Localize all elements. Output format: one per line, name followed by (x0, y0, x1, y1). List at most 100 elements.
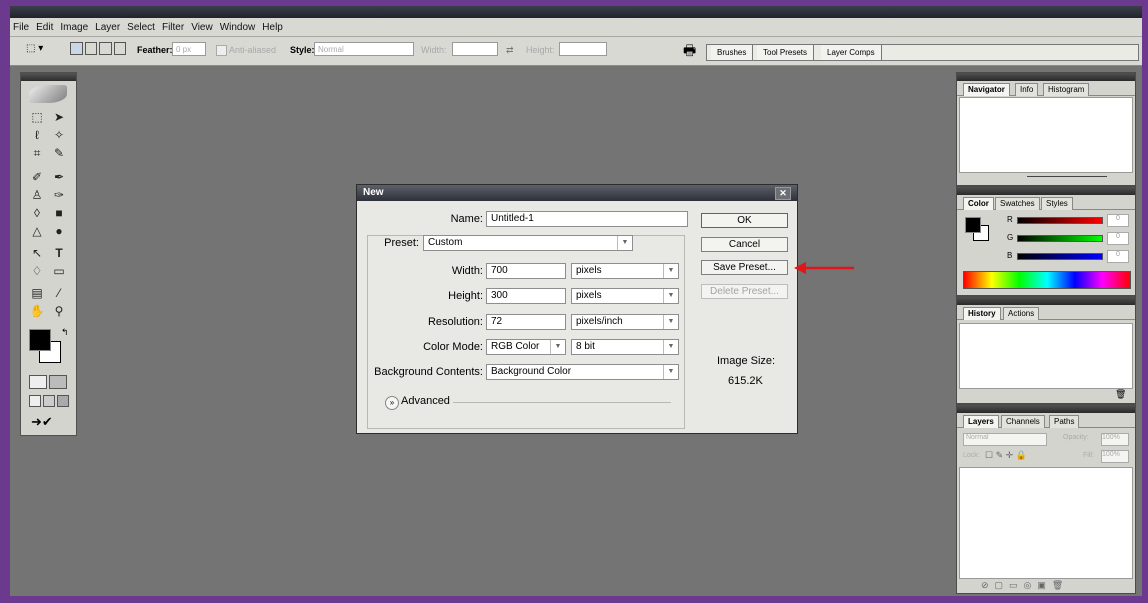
type-tool-icon[interactable]: T (49, 245, 69, 261)
move-tool-icon[interactable]: ➤ (49, 109, 69, 125)
ok-button[interactable]: OK (701, 213, 788, 228)
tab-paths[interactable]: Paths (1049, 415, 1080, 428)
panel-header[interactable] (957, 405, 1135, 413)
new-selection-icon[interactable] (70, 42, 83, 55)
notes-tool-icon[interactable]: ▤ (27, 285, 47, 301)
height-input[interactable]: 300 (486, 288, 566, 304)
b-slider[interactable] (1017, 253, 1103, 260)
lock-icons[interactable]: ☐ ✎ ✛ 🔒 (985, 450, 1027, 461)
shape-tool-icon[interactable]: ▭ (49, 263, 69, 279)
panel-header[interactable] (957, 187, 1135, 195)
print-icon[interactable]: 🖶 (683, 42, 699, 58)
selection-mode-icons[interactable] (70, 42, 126, 56)
healing-brush-icon[interactable]: ✐ (27, 169, 47, 185)
menu-filter[interactable]: Filter (159, 22, 188, 33)
resolution-input[interactable]: 72 (486, 314, 566, 330)
tab-color[interactable]: Color (963, 197, 994, 210)
swap-icon[interactable]: ⇄ (506, 45, 514, 56)
menu-window[interactable]: Window (217, 22, 260, 33)
lasso-tool-icon[interactable]: ℓ (27, 127, 47, 143)
intersect-selection-icon[interactable] (113, 42, 126, 55)
screen-mode-standard-icon[interactable] (29, 395, 41, 407)
dialog-titlebar[interactable]: New ✕ (357, 185, 797, 201)
foreground-color-swatch[interactable] (29, 329, 51, 351)
fill-input[interactable]: 100% (1101, 450, 1129, 463)
tab-navigator[interactable]: Navigator (963, 83, 1010, 96)
screen-mode-full-icon[interactable] (57, 395, 69, 407)
r-slider[interactable] (1017, 217, 1103, 224)
jump-to-imageready-icon[interactable]: ➜✔ (31, 414, 53, 430)
slice-tool-icon[interactable]: ✎ (49, 145, 69, 161)
quick-mask-on-icon[interactable] (49, 375, 67, 389)
tab-brushes[interactable]: Brushes (711, 45, 754, 60)
hand-tool-icon[interactable]: ✋ (27, 303, 47, 319)
menu-edit[interactable]: Edit (33, 22, 57, 33)
eyedropper-icon[interactable]: ⁄ (49, 285, 69, 301)
g-value[interactable]: 0 (1107, 232, 1129, 245)
tab-tool-presets[interactable]: Tool Presets (757, 45, 815, 60)
background-contents-select[interactable]: Background Color ▼ (486, 364, 679, 380)
color-spectrum-bar[interactable] (963, 271, 1131, 289)
trash-icon[interactable]: 🗑 (1115, 389, 1126, 400)
brush-tool-icon[interactable]: ✒ (49, 169, 69, 185)
menu-view[interactable]: View (188, 22, 217, 33)
dodge-tool-icon[interactable]: ● (49, 223, 69, 239)
width-input[interactable] (452, 42, 498, 56)
crop-tool-icon[interactable]: ⌗ (27, 145, 47, 161)
close-icon[interactable]: ✕ (775, 187, 791, 200)
height-input[interactable] (559, 42, 607, 56)
tab-layer-comps[interactable]: Layer Comps (821, 45, 882, 60)
menu-layer[interactable]: Layer (92, 22, 124, 33)
blur-tool-icon[interactable]: △ (27, 223, 47, 239)
blend-mode-select[interactable]: Normal (963, 433, 1047, 446)
panel-header[interactable] (957, 73, 1135, 81)
g-slider[interactable] (1017, 235, 1103, 242)
menu-image[interactable]: Image (57, 22, 92, 33)
zoom-tool-icon[interactable]: ⚲ (49, 303, 69, 319)
b-value[interactable]: 0 (1107, 250, 1129, 263)
width-input[interactable]: 700 (486, 263, 566, 279)
feather-logo-icon[interactable] (29, 85, 67, 103)
history-list[interactable] (959, 323, 1133, 389)
name-input[interactable]: Untitled-1 (486, 211, 688, 227)
r-value[interactable]: 0 (1107, 214, 1129, 227)
tab-styles[interactable]: Styles (1041, 197, 1073, 210)
resolution-unit-select[interactable]: pixels/inch ▼ (571, 314, 679, 330)
subtract-selection-icon[interactable] (99, 42, 112, 55)
eraser-tool-icon[interactable]: ◊ (27, 205, 47, 221)
width-unit-select[interactable]: pixels ▼ (571, 263, 679, 279)
panel-header[interactable] (957, 297, 1135, 305)
advanced-label[interactable]: Advanced (401, 395, 450, 407)
gradient-tool-icon[interactable]: ■ (49, 205, 69, 221)
zoom-slider[interactable] (1027, 176, 1107, 177)
menu-select[interactable]: Select (124, 22, 159, 33)
layer-footer-icons[interactable]: ⊘▢▭◎▣🗑 (981, 580, 1069, 591)
save-preset-button[interactable]: Save Preset... (701, 260, 788, 275)
screen-mode-full-menu-icon[interactable] (43, 395, 55, 407)
menu-file[interactable]: File (10, 22, 33, 33)
opacity-input[interactable]: 100% (1101, 433, 1129, 446)
magic-wand-icon[interactable]: ✧ (49, 127, 69, 143)
history-brush-icon[interactable]: ✑ (49, 187, 69, 203)
fg-color-chip[interactable] (965, 217, 981, 233)
stamp-tool-icon[interactable]: ♙ (27, 187, 47, 203)
tab-actions[interactable]: Actions (1003, 307, 1040, 320)
advanced-toggle-icon[interactable]: » (385, 396, 399, 410)
menu-help[interactable]: Help (259, 22, 287, 33)
tab-layers[interactable]: Layers (963, 415, 999, 428)
path-select-icon[interactable]: ↖ (27, 245, 47, 261)
preset-select[interactable]: Custom ▼ (423, 235, 633, 251)
tab-info[interactable]: Info (1015, 83, 1039, 96)
toolbox-header[interactable] (21, 73, 76, 81)
tool-preset-picker[interactable]: ⬚ ▾ (26, 43, 56, 57)
tab-histogram[interactable]: Histogram (1043, 83, 1090, 96)
feather-input[interactable]: 0 px (172, 42, 206, 56)
add-selection-icon[interactable] (84, 42, 97, 55)
tab-swatches[interactable]: Swatches (995, 197, 1040, 210)
style-select[interactable]: Normal (314, 42, 414, 56)
layers-list[interactable] (959, 467, 1133, 579)
tab-history[interactable]: History (963, 307, 1001, 320)
pen-tool-icon[interactable]: ♢ (27, 263, 47, 279)
marquee-tool-icon[interactable]: ⬚ (27, 109, 47, 125)
swap-colors-icon[interactable]: ↰ (61, 327, 69, 338)
